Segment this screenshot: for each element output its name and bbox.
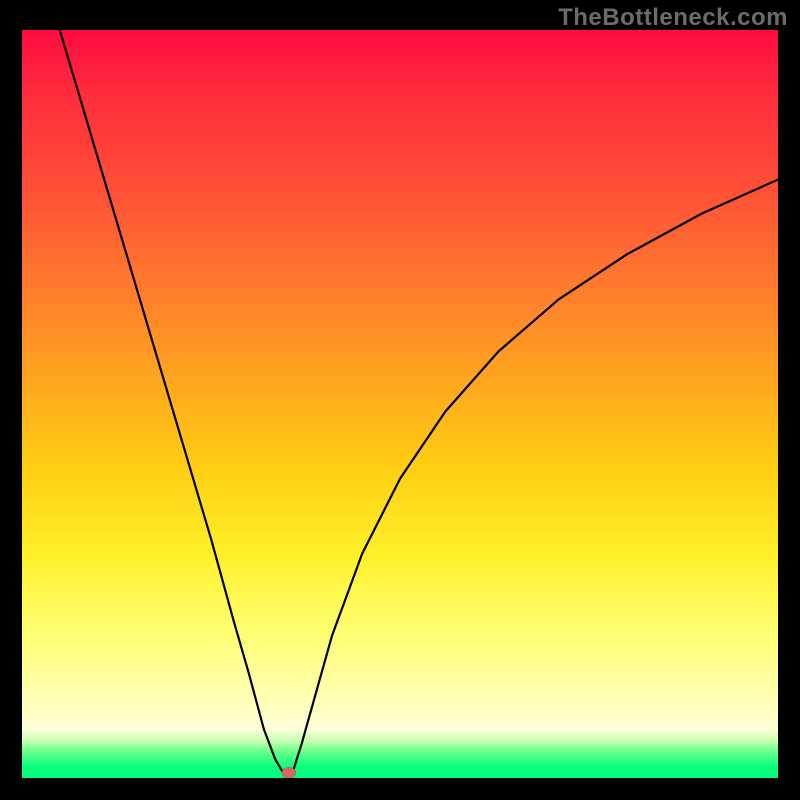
chart-frame: TheBottleneck.com — [0, 0, 800, 800]
optimum-marker — [282, 767, 296, 778]
curve-svg — [22, 30, 778, 778]
curve-right-branch — [289, 180, 778, 778]
plot-area — [22, 30, 778, 778]
curve-left-branch — [60, 30, 289, 778]
watermark-text: TheBottleneck.com — [558, 4, 788, 32]
